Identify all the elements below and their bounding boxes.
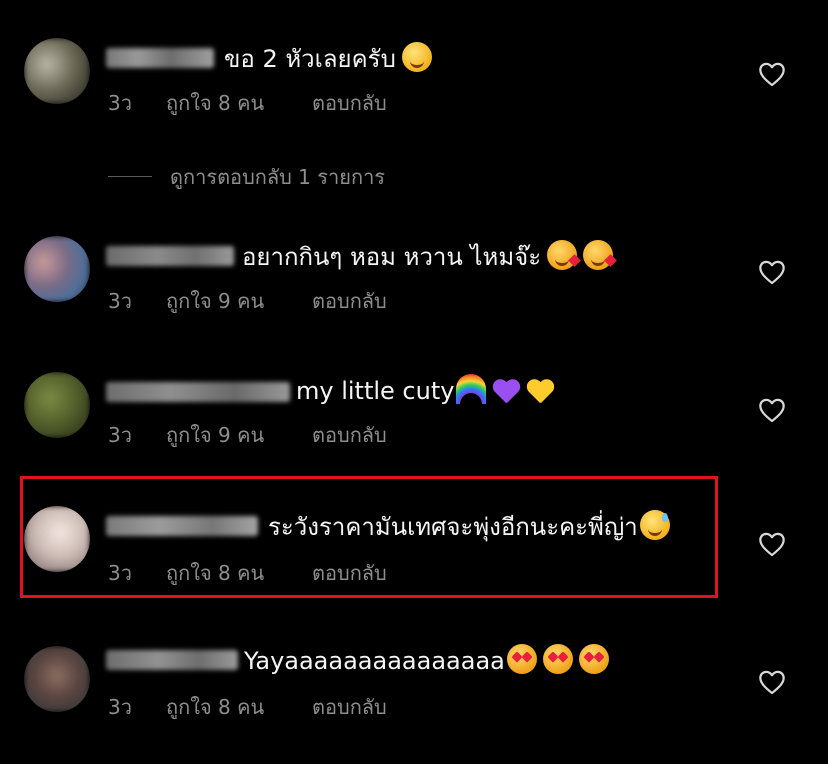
avatar[interactable]	[24, 506, 90, 572]
comment-age: 3ว	[108, 695, 132, 719]
username[interactable]	[106, 382, 290, 402]
reply-button[interactable]: ตอบกลับ	[312, 560, 387, 586]
purple-heart-emoji-icon	[492, 378, 520, 404]
reply-button[interactable]: ตอบกลับ	[312, 694, 387, 720]
comment-text-body: ระวังราคามันเทศจะพุ่งอีกนะคะพี่ญ่า	[268, 513, 638, 541]
username[interactable]	[106, 48, 214, 68]
reply-button[interactable]: ตอบกลับ	[312, 422, 387, 448]
yellow-heart-emoji-icon	[526, 378, 554, 404]
reply-button[interactable]: ตอบกลับ	[312, 90, 387, 116]
heart-eyes-emoji-icon	[542, 644, 573, 674]
comment-age: 3ว	[108, 423, 132, 447]
username[interactable]	[106, 650, 238, 670]
likes-count[interactable]: ถูกใจ 9 คน	[166, 288, 312, 314]
sweat-smile-emoji-icon	[639, 510, 670, 540]
likes-count[interactable]: ถูกใจ 9 คน	[166, 422, 312, 448]
heart-icon[interactable]	[758, 669, 786, 695]
likes-count[interactable]: ถูกใจ 8 คน	[166, 90, 312, 116]
avatar[interactable]	[24, 236, 90, 302]
smile-emoji-icon	[401, 42, 432, 72]
comment-meta: 3ว ถูกใจ 8 คน ตอบกลับ	[108, 90, 387, 116]
comment-text: ขอ 2 หัวเลยครับ	[224, 42, 432, 75]
comment-text-body: my little cuty	[296, 377, 455, 405]
comment-age: 3ว	[108, 561, 132, 585]
reply-button[interactable]: ตอบกลับ	[312, 288, 387, 314]
comment-text-body: ขอ 2 หัวเลยครับ	[224, 45, 396, 73]
heart-icon[interactable]	[758, 259, 786, 285]
comment-text: Yayaaaaaaaaaaaaaaa	[244, 644, 609, 677]
comment-text-body: อยากกินๆ หอม หวาน ไหมจ๊ะ	[242, 243, 542, 271]
likes-count[interactable]: ถูกใจ 8 คน	[166, 560, 312, 586]
avatar[interactable]	[24, 372, 90, 438]
divider	[108, 176, 152, 177]
avatar[interactable]	[24, 38, 90, 104]
comment-meta: 3ว ถูกใจ 8 คน ตอบกลับ	[108, 560, 387, 586]
heart-icon[interactable]	[758, 531, 786, 557]
comment-text: ระวังราคามันเทศจะพุ่งอีกนะคะพี่ญ่า	[268, 510, 670, 543]
comment-age: 3ว	[108, 289, 132, 313]
heart-eyes-emoji-icon	[578, 644, 609, 674]
comment-meta: 3ว ถูกใจ 9 คน ตอบกลับ	[108, 422, 387, 448]
kiss-emoji-icon	[583, 240, 614, 270]
comment-text: อยากกินๆ หอม หวาน ไหมจ๊ะ	[242, 240, 614, 273]
view-replies-label: ดูการตอบกลับ 1 รายการ	[170, 165, 386, 189]
comment-text-body: Yayaaaaaaaaaaaaaaa	[244, 647, 505, 675]
username[interactable]	[106, 246, 234, 266]
comment-age: 3ว	[108, 91, 132, 115]
heart-icon[interactable]	[758, 397, 786, 423]
avatar[interactable]	[24, 646, 90, 712]
heart-eyes-emoji-icon	[506, 644, 537, 674]
comment-meta: 3ว ถูกใจ 9 คน ตอบกลับ	[108, 288, 387, 314]
likes-count[interactable]: ถูกใจ 8 คน	[166, 694, 312, 720]
kiss-emoji-icon	[547, 240, 578, 270]
comment-meta: 3ว ถูกใจ 8 คน ตอบกลับ	[108, 694, 387, 720]
username[interactable]	[106, 516, 258, 536]
heart-icon[interactable]	[758, 61, 786, 87]
comment-text: my little cuty	[296, 374, 554, 407]
rainbow-emoji-icon	[456, 374, 487, 404]
